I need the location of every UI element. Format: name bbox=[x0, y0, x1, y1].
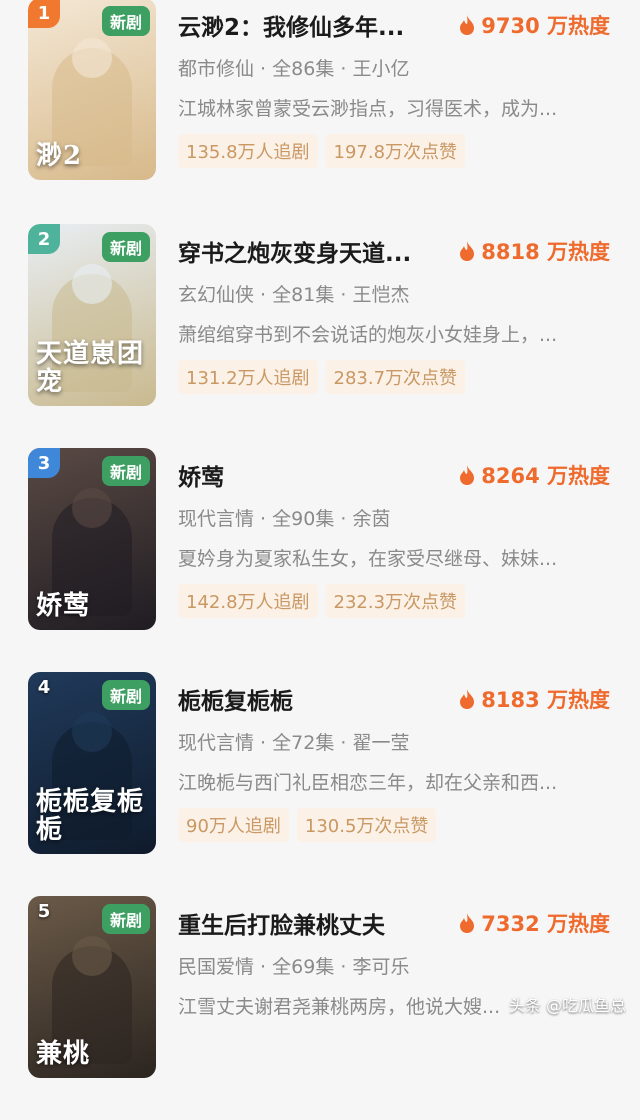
poster-title: 渺2 bbox=[36, 140, 83, 171]
fire-icon bbox=[460, 465, 475, 485]
poster-title: 娇莺 bbox=[36, 590, 91, 621]
episode-count: 全69集 bbox=[272, 956, 335, 978]
genre-label: 都市修仙 bbox=[178, 58, 255, 80]
heat-value: 8183 万热度 bbox=[481, 688, 610, 712]
rank-badge: 5 bbox=[37, 900, 51, 922]
heat-score: 8264 万热度 bbox=[459, 460, 610, 490]
episode-count: 全81集 bbox=[272, 284, 335, 306]
drama-description: 江城林家曾蒙受云渺指点，习得医术，成为... bbox=[178, 98, 558, 120]
drama-poster[interactable]: 栀栀复栀栀 4 新剧 bbox=[28, 672, 156, 854]
drama-title[interactable]: 穿书之炮灰变身天道... bbox=[178, 234, 438, 268]
new-drama-badge: 新剧 bbox=[101, 680, 150, 710]
heat-score: 8818 万热度 bbox=[459, 236, 610, 266]
drama-poster[interactable]: 渺2 1 新剧 bbox=[28, 0, 156, 180]
episode-count: 全72集 bbox=[272, 732, 335, 754]
followers-tag: 135.8万人追剧 bbox=[178, 134, 318, 168]
stat-tags: 135.8万人追剧 197.8万次点赞 bbox=[178, 134, 466, 168]
poster-title: 栀栀复栀栀 bbox=[36, 787, 145, 845]
drama-row[interactable]: 栀栀复栀栀 4 新剧 栀栀复栀栀 8183 万热度 现代言情 · 全72集 · … bbox=[0, 672, 640, 896]
drama-title[interactable]: 云渺2：我修仙多年... bbox=[178, 8, 438, 42]
drama-meta: 都市修仙 · 全86集 · 王小亿 bbox=[178, 58, 410, 80]
poster-figure-head bbox=[72, 488, 112, 528]
actor-name: 王小亿 bbox=[352, 58, 410, 80]
drama-meta: 玄幻仙侠 · 全81集 · 王恺杰 bbox=[178, 284, 410, 306]
heat-value: 8818 万热度 bbox=[481, 240, 610, 264]
drama-row[interactable]: 娇莺 3 新剧 娇莺 8264 万热度 现代言情 · 全90集 · 余茵 夏妗身… bbox=[0, 448, 640, 672]
likes-tag: 130.5万次点赞 bbox=[296, 808, 437, 842]
drama-title[interactable]: 娇莺 bbox=[178, 458, 438, 492]
rank-badge: 4 bbox=[37, 676, 51, 698]
drama-poster[interactable]: 天道崽团宠 2 新剧 bbox=[28, 224, 156, 406]
poster-figure-head bbox=[72, 712, 112, 752]
drama-meta: 现代言情 · 全90集 · 余茵 bbox=[178, 508, 391, 530]
actor-name: 翟一莹 bbox=[352, 732, 410, 754]
heat-value: 9730 万热度 bbox=[481, 14, 610, 38]
episode-count: 全90集 bbox=[272, 508, 335, 530]
fire-icon bbox=[460, 241, 475, 261]
drama-poster[interactable]: 娇莺 3 新剧 bbox=[28, 448, 156, 630]
actor-name: 李可乐 bbox=[352, 956, 410, 978]
drama-meta: 民国爱情 · 全69集 · 李可乐 bbox=[178, 956, 410, 978]
new-drama-badge: 新剧 bbox=[101, 6, 150, 36]
followers-tag: 142.8万人追剧 bbox=[178, 584, 318, 618]
followers-tag: 131.2万人追剧 bbox=[178, 360, 318, 394]
drama-meta: 现代言情 · 全72集 · 翟一莹 bbox=[178, 732, 410, 754]
likes-tag: 232.3万次点赞 bbox=[325, 584, 466, 618]
rank-badge: 2 bbox=[28, 224, 60, 254]
fire-icon bbox=[460, 689, 475, 709]
genre-label: 民国爱情 bbox=[178, 956, 255, 978]
heat-value: 7332 万热度 bbox=[481, 912, 610, 936]
heat-score: 8183 万热度 bbox=[459, 684, 610, 714]
drama-title[interactable]: 栀栀复栀栀 bbox=[178, 682, 438, 716]
heat-score: 7332 万热度 bbox=[459, 908, 610, 938]
likes-tag: 283.7万次点赞 bbox=[325, 360, 466, 394]
poster-title: 兼桃 bbox=[36, 1038, 91, 1069]
drama-description: 夏妗身为夏家私生女，在家受尽继母、妹妹... bbox=[178, 548, 558, 570]
fire-icon bbox=[460, 15, 475, 35]
poster-title: 天道崽团宠 bbox=[36, 339, 145, 397]
poster-figure-head bbox=[72, 38, 112, 78]
new-drama-badge: 新剧 bbox=[101, 456, 150, 486]
genre-label: 现代言情 bbox=[178, 732, 255, 754]
rank-badge: 3 bbox=[28, 448, 60, 478]
drama-title[interactable]: 重生后打脸兼桃丈夫 bbox=[178, 906, 438, 940]
heat-score: 9730 万热度 bbox=[459, 10, 610, 40]
stat-tags: 131.2万人追剧 283.7万次点赞 bbox=[178, 360, 466, 394]
poster-figure-head bbox=[72, 936, 112, 976]
new-drama-badge: 新剧 bbox=[101, 904, 150, 934]
watermark: 头条 @吃瓜鱼总 bbox=[508, 996, 626, 1015]
drama-description: 萧绾绾穿书到不会说话的炮灰小女娃身上，... bbox=[178, 324, 558, 346]
drama-row[interactable]: 天道崽团宠 2 新剧 穿书之炮灰变身天道... 8818 万热度 玄幻仙侠 · … bbox=[0, 224, 640, 448]
drama-description: 江晚栀与西门礼臣相恋三年，却在父亲和西... bbox=[178, 772, 558, 794]
actor-name: 余茵 bbox=[352, 508, 391, 530]
heat-value: 8264 万热度 bbox=[481, 464, 610, 488]
followers-tag: 90万人追剧 bbox=[178, 808, 289, 842]
episode-count: 全86集 bbox=[272, 58, 335, 80]
rank-badge: 1 bbox=[28, 0, 60, 28]
genre-label: 玄幻仙侠 bbox=[178, 284, 255, 306]
genre-label: 现代言情 bbox=[178, 508, 255, 530]
actor-name: 王恺杰 bbox=[352, 284, 410, 306]
poster-figure-head bbox=[72, 264, 112, 304]
new-drama-badge: 新剧 bbox=[101, 232, 150, 262]
drama-row[interactable]: 渺2 1 新剧 云渺2：我修仙多年... 9730 万热度 都市修仙 · 全86… bbox=[0, 0, 640, 224]
fire-icon bbox=[460, 913, 475, 933]
drama-poster[interactable]: 兼桃 5 新剧 bbox=[28, 896, 156, 1078]
stat-tags: 90万人追剧 130.5万次点赞 bbox=[178, 808, 437, 842]
stat-tags: 142.8万人追剧 232.3万次点赞 bbox=[178, 584, 466, 618]
likes-tag: 197.8万次点赞 bbox=[325, 134, 466, 168]
